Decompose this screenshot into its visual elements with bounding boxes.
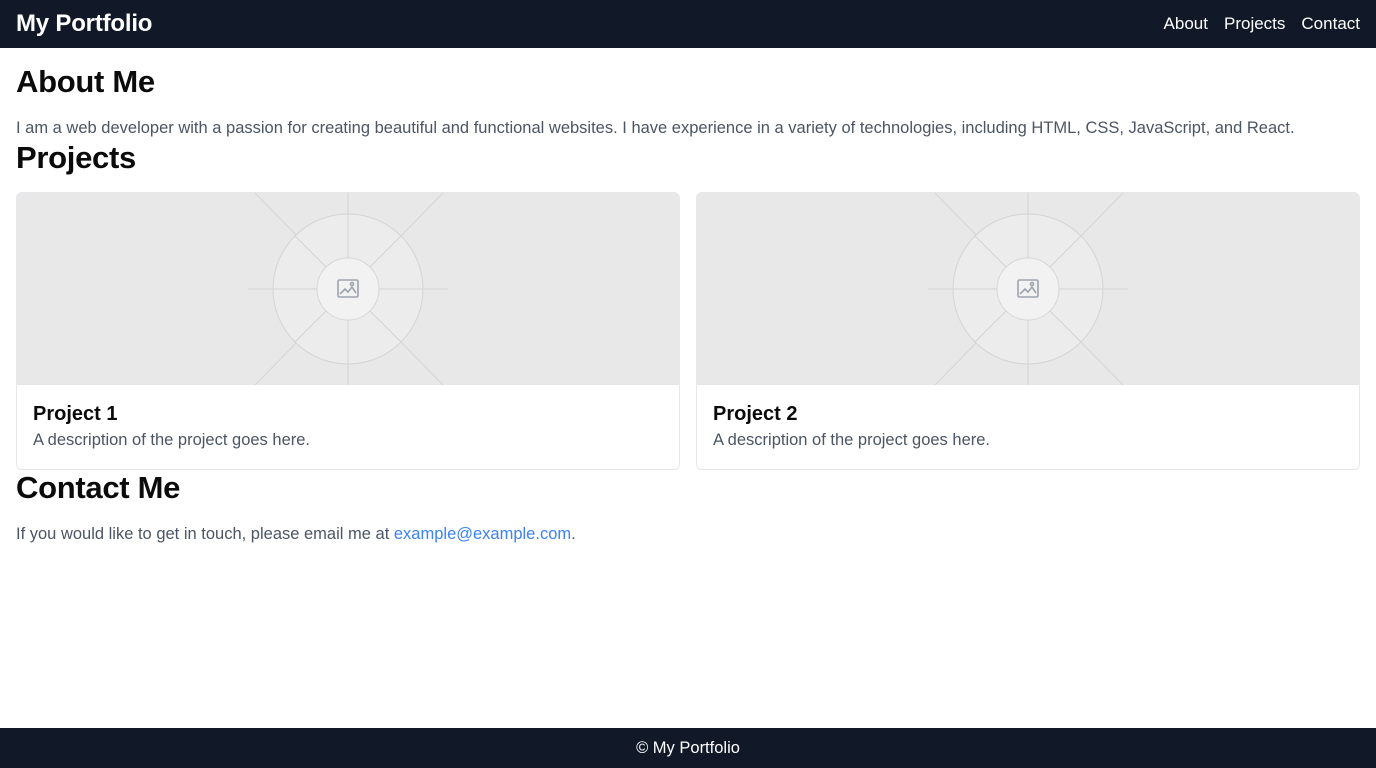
nav-link-contact[interactable]: Contact bbox=[1301, 14, 1360, 34]
project-card[interactable]: Project 1 A description of the project g… bbox=[16, 192, 680, 470]
contact-text-before: If you would like to get in touch, pleas… bbox=[16, 525, 394, 543]
page-footer: © My Portfolio bbox=[0, 728, 1376, 768]
project-card-body: Project 1 A description of the project g… bbox=[17, 385, 679, 450]
project-card[interactable]: Project 2 A description of the project g… bbox=[696, 192, 1360, 470]
image-placeholder-icon bbox=[248, 193, 448, 385]
project-description: A description of the project goes here. bbox=[713, 431, 991, 449]
contact-text-after: . bbox=[571, 525, 576, 543]
about-heading: About Me bbox=[16, 64, 155, 99]
project-image-placeholder bbox=[17, 193, 679, 385]
project-title: Project 1 bbox=[33, 403, 118, 425]
page: My Portfolio About Projects Contact Abou… bbox=[0, 0, 1376, 768]
project-card-body: Project 2 A description of the project g… bbox=[697, 385, 1359, 450]
nav-link-about[interactable]: About bbox=[1164, 14, 1208, 34]
contact-paragraph: If you would like to get in touch, pleas… bbox=[16, 525, 576, 544]
contact-email-link[interactable]: example@example.com bbox=[394, 525, 571, 543]
projects-grid: Project 1 A description of the project g… bbox=[16, 192, 1360, 470]
project-description: A description of the project goes here. bbox=[33, 431, 311, 449]
brand-logo-link[interactable]: My Portfolio bbox=[16, 10, 152, 38]
project-image-placeholder bbox=[697, 193, 1359, 385]
image-placeholder-icon bbox=[928, 193, 1128, 385]
about-paragraph: I am a web developer with a passion for … bbox=[16, 119, 1295, 137]
project-title: Project 2 bbox=[713, 403, 798, 425]
nav-link-projects[interactable]: Projects bbox=[1224, 14, 1285, 34]
projects-heading: Projects bbox=[16, 140, 136, 175]
top-navbar: My Portfolio About Projects Contact bbox=[0, 0, 1376, 48]
contact-heading: Contact Me bbox=[16, 470, 181, 505]
main-nav: About Projects Contact bbox=[1164, 14, 1360, 34]
footer-copyright: © My Portfolio bbox=[636, 738, 740, 757]
